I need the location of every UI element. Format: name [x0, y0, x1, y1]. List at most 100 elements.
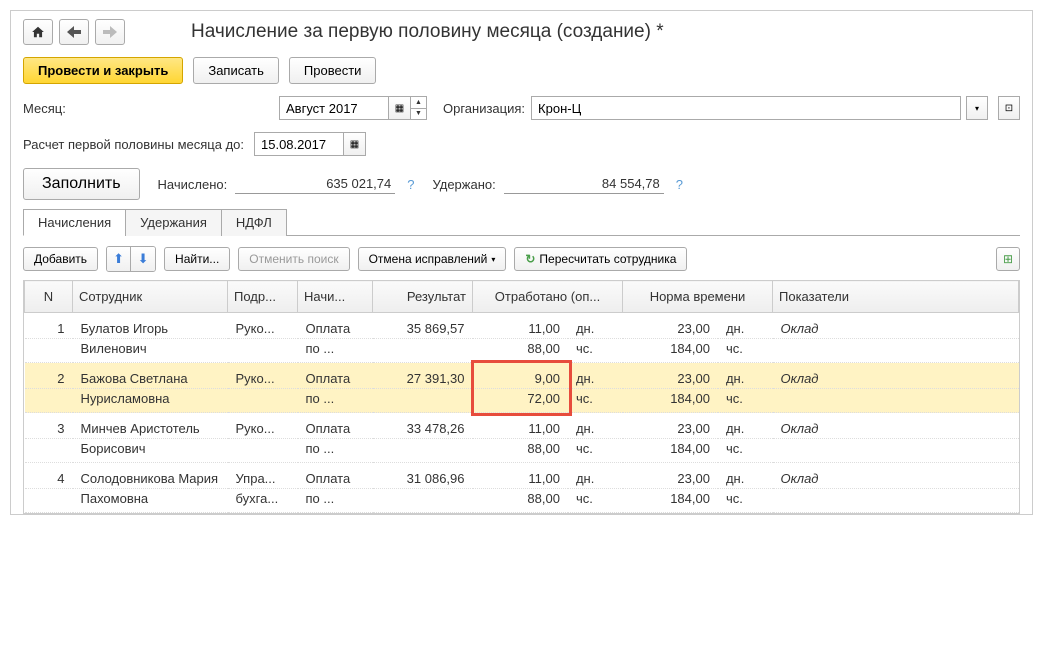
cell-dept	[228, 339, 298, 363]
arrow-left-icon	[67, 26, 81, 38]
save-button[interactable]: Записать	[193, 57, 279, 84]
month-up-button[interactable]: ▲	[411, 97, 426, 109]
forward-button[interactable]	[95, 19, 125, 45]
cell-accrual: Оплата	[298, 413, 373, 439]
calc-date-input[interactable]	[254, 132, 344, 156]
fill-button[interactable]: Заполнить	[23, 168, 140, 200]
month-label: Месяц:	[23, 101, 273, 116]
table-row[interactable]: 3 Минчев Аристотель Руко... Оплата 33 47…	[25, 413, 1019, 439]
cell-hours-unit: чс.	[718, 439, 773, 463]
tabs: Начисления Удержания НДФЛ	[23, 208, 1020, 236]
cell-days-unit: дн.	[568, 463, 623, 489]
cell-employee: Булатов Игорь	[73, 313, 228, 339]
cell-employee: Солодовникова Мария	[73, 463, 228, 489]
table-settings-icon: ⊞	[1003, 252, 1013, 266]
cell-worked-days: 9,00	[473, 363, 568, 389]
move-up-button[interactable]: ⬆	[107, 247, 131, 271]
cell-accrual: по ...	[298, 389, 373, 413]
page-title: Начисление за первую половину месяца (со…	[191, 21, 664, 43]
cell-dept	[228, 439, 298, 463]
recalc-button[interactable]: ↻ Пересчитать сотрудника	[514, 247, 687, 271]
cell-norm-hours: 184,00	[623, 389, 718, 413]
accrued-label: Начислено:	[158, 177, 228, 192]
cell-worked-hours: 88,00	[473, 339, 568, 363]
cell-employee: Нурисламовна	[73, 389, 228, 413]
cell-worked-days: 11,00	[473, 413, 568, 439]
arrow-down-icon: ⬇	[138, 251, 149, 267]
cell-norm-days: 23,00	[623, 313, 718, 339]
settings-button[interactable]: ⊞	[996, 247, 1020, 271]
cell-employee: Борисович	[73, 439, 228, 463]
col-result[interactable]: Результат	[373, 281, 473, 313]
help-icon[interactable]: ?	[676, 177, 683, 192]
calendar-icon: ▦	[395, 103, 404, 114]
cell-worked-hours: 88,00	[473, 489, 568, 513]
cell-accrual: по ...	[298, 489, 373, 513]
col-employee[interactable]: Сотрудник	[73, 281, 228, 313]
cancel-search-button[interactable]: Отменить поиск	[238, 247, 349, 271]
cell-norm-hours: 184,00	[623, 489, 718, 513]
home-button[interactable]	[23, 19, 53, 45]
cell-worked-days: 11,00	[473, 463, 568, 489]
col-indicators[interactable]: Показатели	[773, 281, 1019, 313]
find-button[interactable]: Найти...	[164, 247, 230, 271]
help-icon[interactable]: ?	[407, 177, 414, 192]
cell-indicator: Оклад	[773, 363, 1019, 389]
month-down-button[interactable]: ▼	[411, 109, 426, 120]
cell-n: 4	[25, 463, 73, 489]
cell-accrual: Оплата	[298, 313, 373, 339]
org-input[interactable]	[531, 96, 961, 120]
back-button[interactable]	[59, 19, 89, 45]
cell-indicator: Оклад	[773, 463, 1019, 489]
calc-date-calendar-button[interactable]: ▦	[344, 132, 366, 156]
calendar-icon: ▦	[350, 139, 359, 150]
chevron-down-icon: ▾	[975, 104, 979, 113]
table-row[interactable]: Пахомовна бухга... по ... 88,00 чс. 184,…	[25, 489, 1019, 513]
add-button[interactable]: Добавить	[23, 247, 98, 271]
table-row[interactable]: 2 Бажова Светлана Руко... Оплата 27 391,…	[25, 363, 1019, 389]
cell-dept: Руко...	[228, 413, 298, 439]
cell-days-unit: дн.	[718, 463, 773, 489]
org-open-button[interactable]: ⊡	[998, 96, 1020, 120]
table-row[interactable]: Нурисламовна по ... 72,00 чс. 184,00 чс.	[25, 389, 1019, 413]
cell-hours-unit: чс.	[568, 489, 623, 513]
table-row[interactable]: 4 Солодовникова Мария Упра... Оплата 31 …	[25, 463, 1019, 489]
cell-days-unit: дн.	[568, 413, 623, 439]
tab-accruals[interactable]: Начисления	[23, 209, 126, 236]
col-worked[interactable]: Отработано (оп...	[473, 281, 623, 313]
cell-indicator: Оклад	[773, 413, 1019, 439]
col-accrual[interactable]: Начи...	[298, 281, 373, 313]
org-label: Организация:	[443, 101, 525, 116]
cell-indicator: Оклад	[773, 313, 1019, 339]
calc-date-label: Расчет первой половины месяца до:	[23, 137, 244, 152]
col-norm[interactable]: Норма времени	[623, 281, 773, 313]
col-dept[interactable]: Подр...	[228, 281, 298, 313]
cell-hours-unit: чс.	[718, 389, 773, 413]
table-row[interactable]: Борисович по ... 88,00 чс. 184,00 чс.	[25, 439, 1019, 463]
post-button[interactable]: Провести	[289, 57, 377, 84]
cell-dept	[228, 389, 298, 413]
cell-dept: Руко...	[228, 313, 298, 339]
withheld-label: Удержано:	[433, 177, 496, 192]
accruals-table: N Сотрудник Подр... Начи... Результат От…	[24, 280, 1019, 513]
month-calendar-button[interactable]: ▦	[389, 96, 411, 120]
cell-days-unit: дн.	[718, 413, 773, 439]
arrow-right-icon	[103, 26, 117, 38]
cell-worked-hours: 88,00	[473, 439, 568, 463]
col-n[interactable]: N	[25, 281, 73, 313]
tab-withholdings[interactable]: Удержания	[125, 209, 222, 236]
cancel-corrections-button[interactable]: Отмена исправлений ▾	[358, 247, 507, 271]
table-row[interactable]: Виленович по ... 88,00 чс. 184,00 чс.	[25, 339, 1019, 363]
cell-days-unit: дн.	[718, 363, 773, 389]
tab-ndfl[interactable]: НДФЛ	[221, 209, 287, 236]
table-row[interactable]: 1 Булатов Игорь Руко... Оплата 35 869,57…	[25, 313, 1019, 339]
cell-hours-unit: чс.	[718, 339, 773, 363]
cell-dept: Упра...	[228, 463, 298, 489]
cell-dept: бухга...	[228, 489, 298, 513]
open-icon: ⊡	[1005, 103, 1013, 114]
cell-norm-days: 23,00	[623, 363, 718, 389]
move-down-button[interactable]: ⬇	[131, 247, 155, 271]
post-and-close-button[interactable]: Провести и закрыть	[23, 57, 183, 84]
org-dropdown-button[interactable]: ▾	[966, 96, 988, 120]
month-input[interactable]	[279, 96, 389, 120]
